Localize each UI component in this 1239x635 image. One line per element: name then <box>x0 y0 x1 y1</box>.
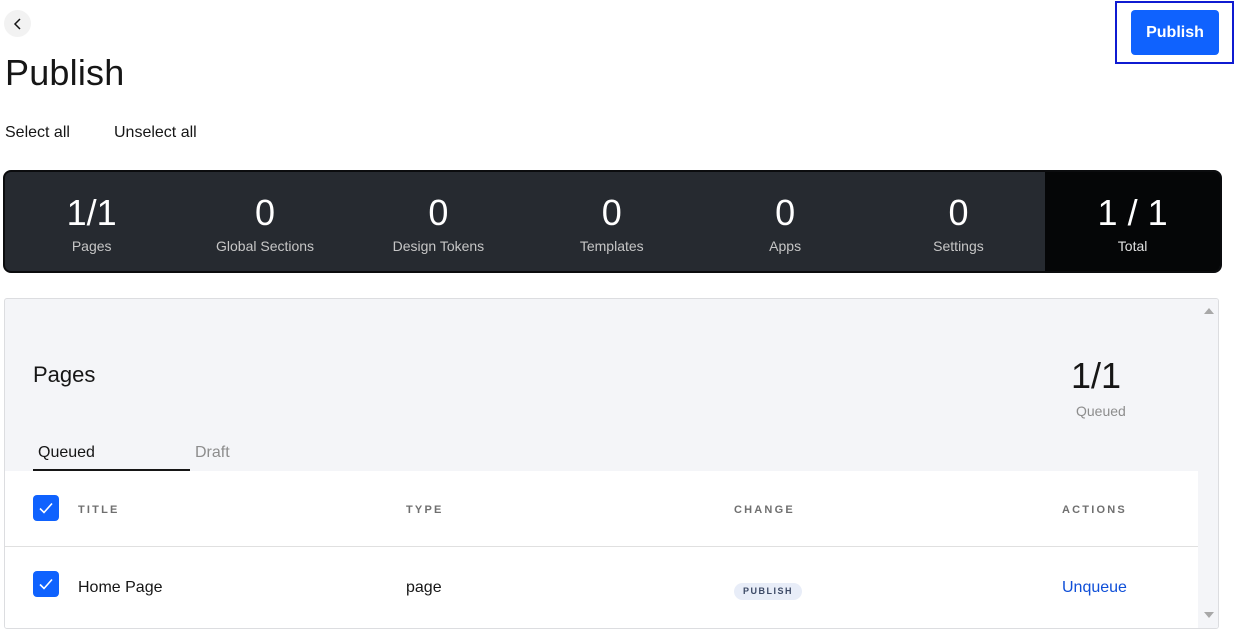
stat-value: 1 / 1 <box>1097 192 1168 233</box>
column-header-type: TYPE <box>406 504 444 516</box>
column-header-change: CHANGE <box>734 504 795 516</box>
queued-label: Queued <box>1076 403 1126 419</box>
table-row: Home Page page PUBLISH Unqueue <box>5 547 1198 628</box>
stat-total: 1 / 1 Total <box>1045 172 1220 271</box>
stat-pages: 1/1 Pages <box>5 172 178 271</box>
stat-label: Settings <box>933 238 984 254</box>
page-title: Publish <box>5 52 125 93</box>
select-all-link[interactable]: Select all <box>5 124 70 142</box>
stats-bar: 1/1 Pages 0 Global Sections 0 Design Tok… <box>3 170 1222 273</box>
stat-label: Design Tokens <box>392 238 485 254</box>
stat-label: Templates <box>579 238 644 254</box>
publish-button[interactable]: Publish <box>1131 10 1219 55</box>
checkmark-icon <box>39 502 53 514</box>
stat-apps: 0 Apps <box>698 172 871 271</box>
row-checkbox[interactable] <box>33 571 59 597</box>
tab-queued[interactable]: Queued <box>38 444 95 462</box>
change-badge: PUBLISH <box>734 583 803 600</box>
stat-settings: 0 Settings <box>872 172 1045 271</box>
queued-count: 1/1 <box>1071 355 1122 396</box>
pages-table: TITLE TYPE CHANGE ACTIONS Home Page page… <box>5 471 1198 628</box>
stat-label: Total <box>1117 238 1148 254</box>
stat-label: Global Sections <box>216 238 315 254</box>
stat-label: Pages <box>71 238 112 254</box>
chevron-left-icon <box>13 17 21 30</box>
column-header-title: TITLE <box>78 504 120 516</box>
tab-draft[interactable]: Draft <box>195 444 230 462</box>
stat-value: 0 <box>601 192 622 233</box>
back-button[interactable] <box>4 10 31 37</box>
stat-templates: 0 Templates <box>525 172 698 271</box>
row-title: Home Page <box>78 579 163 596</box>
stat-value: 1/1 <box>66 192 117 233</box>
panel-scrollbar[interactable] <box>1198 299 1218 628</box>
pages-panel: Pages 1/1 Queued Queued Draft TITLE TYPE… <box>4 298 1219 629</box>
scroll-up-arrow-icon[interactable] <box>1204 308 1214 314</box>
stat-value: 0 <box>428 192 449 233</box>
stat-value: 0 <box>255 192 276 233</box>
unselect-all-link[interactable]: Unselect all <box>114 124 197 142</box>
stat-value: 0 <box>948 192 969 233</box>
select-all-checkbox[interactable] <box>33 495 59 521</box>
stat-global-sections: 0 Global Sections <box>178 172 351 271</box>
table-header-row: TITLE TYPE CHANGE ACTIONS <box>5 471 1198 547</box>
unqueue-link[interactable]: Unqueue <box>1062 579 1127 597</box>
row-type: page <box>406 579 442 596</box>
stat-label: Apps <box>769 238 802 254</box>
stat-value: 0 <box>775 192 796 233</box>
column-header-actions: ACTIONS <box>1062 504 1127 516</box>
stat-design-tokens: 0 Design Tokens <box>352 172 525 271</box>
panel-title: Pages <box>33 362 96 387</box>
checkmark-icon <box>39 578 53 590</box>
scroll-down-arrow-icon[interactable] <box>1204 612 1214 618</box>
